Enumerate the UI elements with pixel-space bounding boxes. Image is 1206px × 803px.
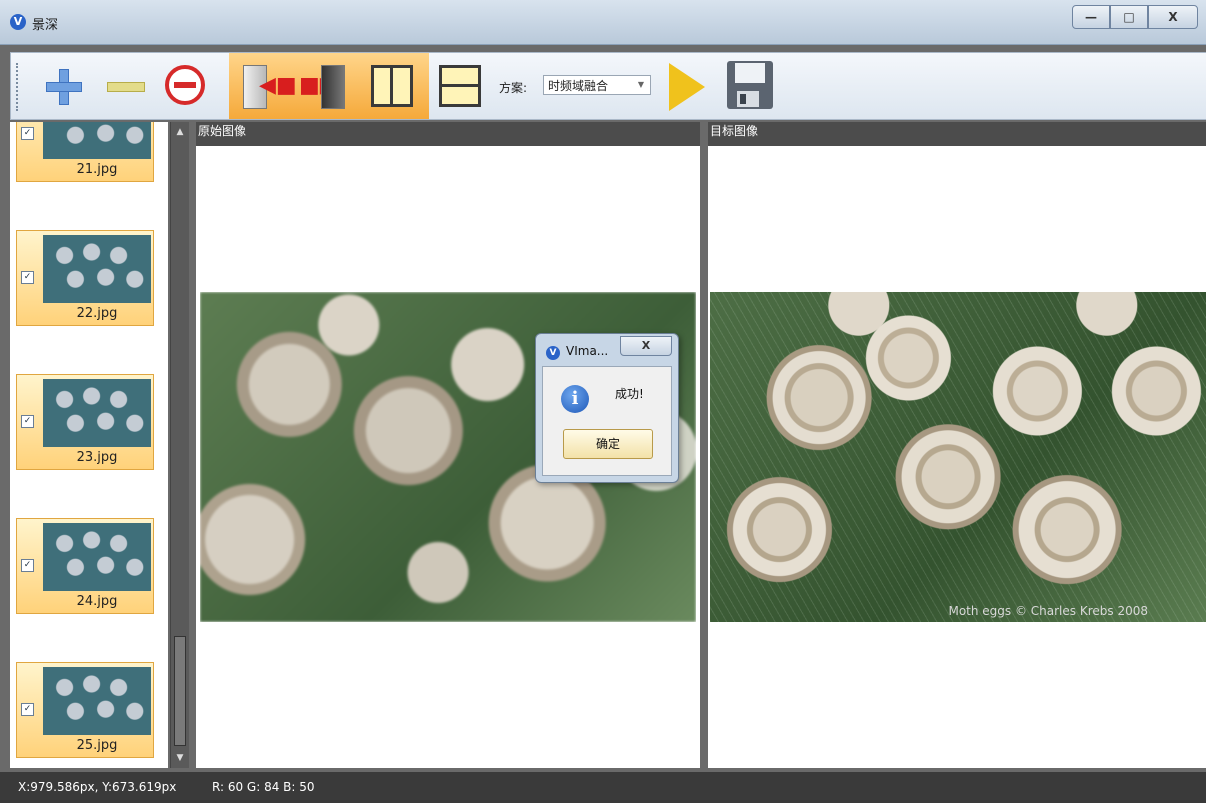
dialog-body: i 成功! 确定: [542, 366, 672, 476]
highlighted-tool-group: ◀■ ■▶: [229, 53, 429, 119]
thumbnail-item[interactable]: ✓ 21.jpg: [16, 122, 154, 182]
toolbar: ◀■ ■▶ 方案: 时频域融合 ▼: [10, 52, 1206, 120]
dialog-title: VIma...: [566, 344, 609, 358]
source-panel-header: 原始图像: [196, 122, 700, 146]
chevron-down-icon: ▼: [637, 80, 645, 89]
thumbnail-name: 25.jpg: [76, 738, 118, 753]
remove-bar: [174, 82, 196, 88]
split-horizontal-icon: [439, 65, 481, 107]
thumbnail-image: [43, 122, 151, 159]
success-dialog: V VIma... X i 成功! 确定: [535, 333, 679, 483]
target-photo: Moth eggs © Charles Krebs 2008: [710, 292, 1206, 622]
fused-eggs-image: Moth eggs © Charles Krebs 2008: [710, 292, 1206, 622]
dialog-message: 成功!: [615, 387, 644, 401]
cursor-coordinates: X:979.586px, Y:673.619px: [18, 780, 177, 794]
ok-button[interactable]: 确定: [563, 429, 653, 459]
minimize-button[interactable]: —: [1072, 5, 1110, 29]
scheme-value: 时频域融合: [548, 79, 609, 93]
thumbnail-image: [43, 235, 151, 303]
pixel-rgb: R: 60 G: 84 B: 50: [212, 780, 315, 794]
thumbnail-name: 23.jpg: [76, 450, 118, 465]
export-door-icon: [321, 65, 345, 109]
remove-image-button[interactable]: [103, 59, 149, 113]
thumbnail-checkbox[interactable]: ✓: [21, 559, 34, 572]
thumbnail-list[interactable]: ✓ 21.jpg ✓ 22.jpg ✓ 23.jpg ✓ 24.jpg ✓ 25…: [10, 122, 168, 768]
photo-watermark: Moth eggs © Charles Krebs 2008: [948, 604, 1148, 618]
split-vertical-button[interactable]: [367, 61, 417, 111]
scroll-down-icon[interactable]: ▼: [171, 750, 189, 766]
scheme-select[interactable]: 时频域融合 ▼: [543, 75, 651, 95]
target-panel-header: 目标图像: [708, 122, 1206, 146]
title-bar: V 景深 — □ X: [0, 0, 1206, 45]
close-button[interactable]: X: [1148, 5, 1198, 29]
split-horizontal-button[interactable]: [435, 61, 485, 115]
disk-slot: [740, 94, 746, 104]
clear-images-button[interactable]: [163, 59, 209, 113]
thumbnail-name: 24.jpg: [76, 594, 118, 609]
window-title: 景深: [32, 18, 59, 33]
app-icon: V: [10, 14, 26, 30]
thumbnail-scrollbar[interactable]: ▲ ▼: [170, 122, 189, 768]
thumbnail-checkbox[interactable]: ✓: [21, 271, 34, 284]
split-vertical-icon: [371, 65, 413, 107]
thumbnail-checkbox[interactable]: ✓: [21, 127, 34, 140]
status-bar: X:979.586px, Y:673.619px R: 60 G: 84 B: …: [0, 772, 1206, 803]
import-button[interactable]: ◀■: [237, 61, 297, 111]
info-icon: i: [561, 385, 589, 413]
add-image-button[interactable]: [41, 59, 82, 113]
scrollbar-thumb[interactable]: [174, 636, 186, 746]
dialog-close-button[interactable]: X: [620, 336, 672, 356]
thumbnail-item[interactable]: ✓ 22.jpg: [16, 230, 154, 326]
run-button[interactable]: [665, 59, 709, 113]
target-image-panel[interactable]: 目标图像 Moth eggs © Charles Krebs 2008: [708, 122, 1206, 768]
thumbnail-image: [43, 667, 151, 735]
dialog-app-icon: V: [546, 346, 560, 360]
disk-label: [735, 63, 765, 83]
scheme-label: 方案:: [499, 81, 528, 95]
thumbnail-checkbox[interactable]: ✓: [21, 703, 34, 716]
arrow-left-icon: ◀■: [259, 73, 297, 98]
window-controls: — □ X: [1072, 5, 1198, 29]
thumbnail-item[interactable]: ✓ 24.jpg: [16, 518, 154, 614]
thumbnail-name: 21.jpg: [76, 162, 118, 177]
thumbnail-image: [43, 379, 151, 447]
maximize-button[interactable]: □: [1110, 5, 1148, 29]
export-button[interactable]: ■▶: [299, 61, 345, 111]
target-panel-title: 目标图像: [710, 124, 759, 138]
thumbnail-item[interactable]: ✓ 25.jpg: [16, 662, 154, 758]
toolbar-grip[interactable]: [16, 63, 20, 111]
source-panel-title: 原始图像: [198, 124, 247, 138]
thumbnail-name: 22.jpg: [76, 306, 118, 321]
scroll-up-icon[interactable]: ▲: [171, 124, 189, 140]
thumbnail-checkbox[interactable]: ✓: [21, 415, 34, 428]
thumbnail-image: [43, 523, 151, 591]
save-button[interactable]: [725, 59, 775, 113]
thumbnail-item[interactable]: ✓ 23.jpg: [16, 374, 154, 470]
